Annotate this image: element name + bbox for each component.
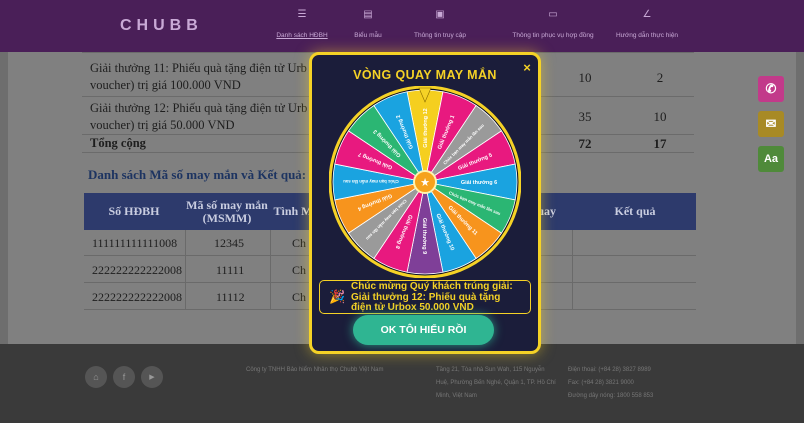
lucky-code: 12345 [214, 236, 244, 250]
lucky-code: 11111 [216, 263, 245, 277]
party-popper-icon: 🎉 [329, 289, 346, 304]
status-cell: Ch [292, 236, 307, 250]
prize-result-banner: 🎉 Chúc mừng Quý khách trúng giải: Giải t… [319, 280, 531, 314]
prize-12-description: Giải thưởng 12: Phiếu quà tặng điện tử U… [90, 101, 308, 132]
contact-info: Điện thoại: (+84 28) 3827 8989 Fax: (+84… [568, 364, 718, 403]
column-header-policy: Số HĐBH [108, 204, 160, 218]
column-header-lucky-code: Mã số may mắn (MSMM) [186, 197, 268, 225]
lucky-wheel-modal: VÒNG QUAY MAY MẮN × Giải thưởng 12 Giải t… [309, 52, 541, 354]
table-divider [572, 230, 573, 309]
policy-number: 111111111111008 [92, 236, 178, 250]
pen-icon: ∠ [642, 9, 652, 20]
nav-item-label: Hướng dẫn thực hiện [615, 32, 679, 39]
contact-fax: Fax: (+84 28) 3821 9000 [568, 380, 634, 386]
status-cell: Ch [292, 263, 307, 277]
prize-11-count-b: 2 [656, 70, 664, 85]
prize-12-count-b: 10 [653, 109, 667, 124]
facebook-icon[interactable]: f [113, 366, 135, 388]
chat-icon: ▭ [548, 9, 558, 20]
nav-item-access-info[interactable]: ▣ Thông tin truy cập [395, 8, 485, 39]
modal-title: VÒNG QUAY MAY MẮN [353, 68, 497, 82]
top-navigation: CHUBB ☰ Danh sách HĐBH ▤ Biểu mẫu ▣ Thôn… [0, 0, 804, 52]
close-icon[interactable]: × [519, 60, 535, 76]
total-count-b: 17 [653, 136, 667, 151]
prize-wheel[interactable]: Giải thưởng 12 Giải thưởng 1Chúc bạn may … [329, 86, 521, 278]
prize-result-text: Chúc mừng Quý khách trúng giải: Giải thư… [351, 281, 513, 313]
policy-number: 222222222222008 [92, 263, 182, 277]
contact-phone: Điện thoại: (+84 28) 3827 8989 [568, 367, 651, 373]
wheel-segment-label: Giải thưởng 6 [461, 180, 497, 186]
prize-12-count-a: 35 [578, 109, 592, 124]
chat-bubble-icon[interactable]: ✉ [758, 111, 784, 137]
nav-item-label: Biểu mẫu [354, 32, 382, 39]
wheel-segment-label: Chúc bạn may mắn lần sau [343, 179, 399, 184]
total-count-a: 72 [578, 136, 592, 151]
lucky-code-section-title: Danh sách Mã số may mắn và Kết quả: [88, 167, 307, 182]
nav-item-label: Thông tin phục vụ hợp đồng [512, 32, 594, 39]
status-cell: Ch [292, 290, 307, 304]
contact-hotline: Đường dây nóng: 1800 558 853 [568, 393, 654, 399]
wheel-segment-label: Giải thưởng 9 [421, 218, 427, 254]
wheel-segment-label: Giải thưởng 12 [423, 108, 429, 147]
chubb-logo[interactable]: CHUBB [120, 17, 203, 35]
nav-item-label: Thông tin truy cập [413, 32, 467, 39]
nav-item-contract-service[interactable]: ▭ Thông tin phục vụ hợp đồng [498, 8, 608, 39]
table-divider [270, 230, 271, 309]
home-icon[interactable]: ⌂ [85, 366, 107, 388]
lucky-code: 11112 [216, 290, 245, 304]
nav-item-label: Danh sách HĐBH [276, 32, 328, 39]
user-card-icon: ▣ [435, 9, 445, 20]
phone-icon[interactable]: ✆ [758, 76, 784, 102]
star-icon: ★ [420, 176, 430, 189]
page-footer: ⌂ f ▶ Công ty TNHH Bảo hiểm Nhân thọ Chu… [0, 344, 804, 423]
total-label: Tổng cộng [90, 136, 146, 150]
ok-confirm-button[interactable]: OK TÔI HIỂU RỒI [353, 315, 494, 345]
column-header-result: Kết quả [614, 204, 656, 218]
prize-11-count-a: 10 [578, 70, 592, 85]
company-address: Tầng 21, Tòa nhà Sun Wah, 115 Nguyễn Huệ… [436, 367, 556, 399]
table-divider [185, 230, 186, 309]
nav-item-guide[interactable]: ∠ Hướng dẫn thực hiện [602, 8, 692, 39]
youtube-icon[interactable]: ▶ [141, 366, 163, 388]
prize-11-description: Giải thưởng 11: Phiếu quà tặng điện tử U… [90, 61, 307, 92]
company-name: Công ty TNHH Bảo hiểm Nhân thọ Chubb Việ… [246, 367, 384, 373]
font-size-icon[interactable]: Aa [758, 146, 784, 172]
policy-number: 222222222222008 [92, 290, 182, 304]
